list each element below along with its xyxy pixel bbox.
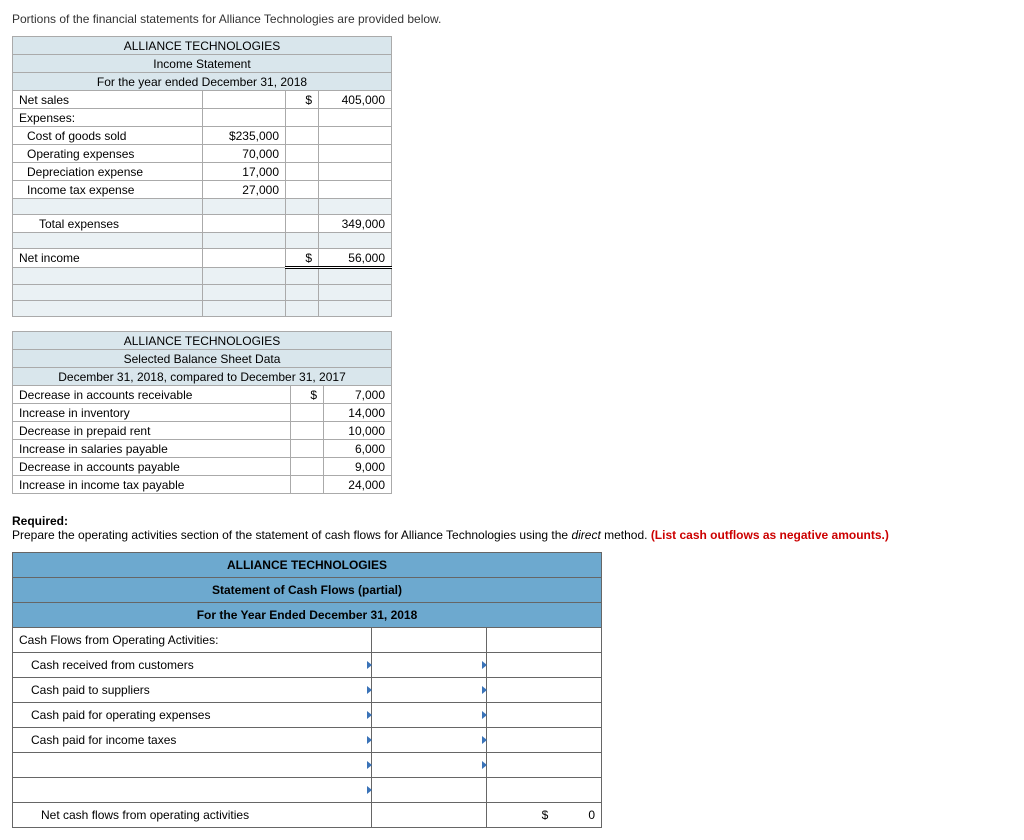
bs-2-sym	[291, 422, 324, 440]
intro-text: Portions of the financial statements for…	[12, 12, 1012, 26]
ans-input[interactable]	[372, 803, 487, 828]
bs-0-sym: $	[291, 386, 324, 404]
required-red: (List cash outflows as negative amounts.…	[651, 528, 889, 542]
exp-1-label: Operating expenses	[13, 145, 203, 163]
ans-title: Statement of Cash Flows (partial)	[13, 578, 602, 603]
answer-table: ALLIANCE TECHNOLOGIES Statement of Cash …	[12, 552, 602, 828]
is-period: For the year ended December 31, 2018	[13, 73, 392, 91]
ans-row-1[interactable]: Cash paid to suppliers	[13, 678, 372, 703]
required-italic: direct	[571, 528, 600, 542]
bs-0-val: 7,000	[324, 386, 392, 404]
ans-net-val: $ 0	[487, 803, 602, 828]
exp-0-val: $235,000	[203, 127, 286, 145]
ans-row-blank[interactable]	[13, 753, 372, 778]
ans-input[interactable]	[487, 778, 602, 803]
exp-1-val: 70,000	[203, 145, 286, 163]
balance-changes-table: ALLIANCE TECHNOLOGIES Selected Balance S…	[12, 331, 392, 494]
exp-2-val: 17,000	[203, 163, 286, 181]
required-block: Required: Prepare the operating activiti…	[12, 514, 1012, 542]
bs-2-val: 10,000	[324, 422, 392, 440]
bs-3-sym	[291, 440, 324, 458]
ans-input[interactable]	[372, 778, 487, 803]
ans-row-3[interactable]: Cash paid for income taxes	[13, 728, 372, 753]
bs-period: December 31, 2018, compared to December …	[13, 368, 392, 386]
exp-3-label: Income tax expense	[13, 181, 203, 199]
bs-5-sym	[291, 476, 324, 494]
ans-input[interactable]	[487, 653, 602, 678]
ans-row-0[interactable]: Cash received from customers	[13, 653, 372, 678]
exp-3-val: 27,000	[203, 181, 286, 199]
net-sales-label: Net sales	[13, 91, 203, 109]
net-sales-val: 405,000	[319, 91, 392, 109]
expenses-label: Expenses:	[13, 109, 203, 127]
ans-input[interactable]	[487, 753, 602, 778]
bs-1-val: 14,000	[324, 404, 392, 422]
net-income-label: Net income	[13, 249, 203, 268]
ans-input[interactable]	[372, 728, 487, 753]
ans-input[interactable]	[372, 653, 487, 678]
total-exp-val: 349,000	[319, 215, 392, 233]
ans-net-label: Net cash flows from operating activities	[13, 803, 372, 828]
ans-input[interactable]	[487, 628, 602, 653]
is-company: ALLIANCE TECHNOLOGIES	[13, 37, 392, 55]
total-exp-label: Total expenses	[13, 215, 203, 233]
bs-4-label: Decrease in accounts payable	[13, 458, 291, 476]
required-heading: Required:	[12, 514, 68, 528]
ans-input[interactable]	[487, 678, 602, 703]
ans-input[interactable]	[487, 703, 602, 728]
ans-section-label: Cash Flows from Operating Activities:	[13, 628, 372, 653]
ans-row-2[interactable]: Cash paid for operating expenses	[13, 703, 372, 728]
bs-2-label: Decrease in prepaid rent	[13, 422, 291, 440]
ans-input[interactable]	[487, 728, 602, 753]
ans-period: For the Year Ended December 31, 2018	[13, 603, 602, 628]
bs-3-val: 6,000	[324, 440, 392, 458]
exp-0-label: Cost of goods sold	[13, 127, 203, 145]
ans-row-blank[interactable]	[13, 778, 372, 803]
net-income-val: 56,000	[319, 249, 392, 268]
ans-input[interactable]	[372, 753, 487, 778]
income-statement-table: ALLIANCE TECHNOLOGIES Income Statement F…	[12, 36, 392, 317]
net-sales-sym: $	[286, 91, 319, 109]
net-income-sym: $	[286, 249, 319, 268]
bs-1-sym	[291, 404, 324, 422]
ans-input[interactable]	[372, 628, 487, 653]
bs-title: Selected Balance Sheet Data	[13, 350, 392, 368]
bs-3-label: Increase in salaries payable	[13, 440, 291, 458]
bs-company: ALLIANCE TECHNOLOGIES	[13, 332, 392, 350]
bs-1-label: Increase in inventory	[13, 404, 291, 422]
required-after: method.	[601, 528, 651, 542]
ans-company: ALLIANCE TECHNOLOGIES	[13, 553, 602, 578]
bs-4-val: 9,000	[324, 458, 392, 476]
bs-4-sym	[291, 458, 324, 476]
ans-input[interactable]	[372, 678, 487, 703]
bs-5-val: 24,000	[324, 476, 392, 494]
is-title: Income Statement	[13, 55, 392, 73]
ans-input[interactable]	[372, 703, 487, 728]
exp-2-label: Depreciation expense	[13, 163, 203, 181]
bs-5-label: Increase in income tax payable	[13, 476, 291, 494]
bs-0-label: Decrease in accounts receivable	[13, 386, 291, 404]
required-before: Prepare the operating activities section…	[12, 528, 571, 542]
